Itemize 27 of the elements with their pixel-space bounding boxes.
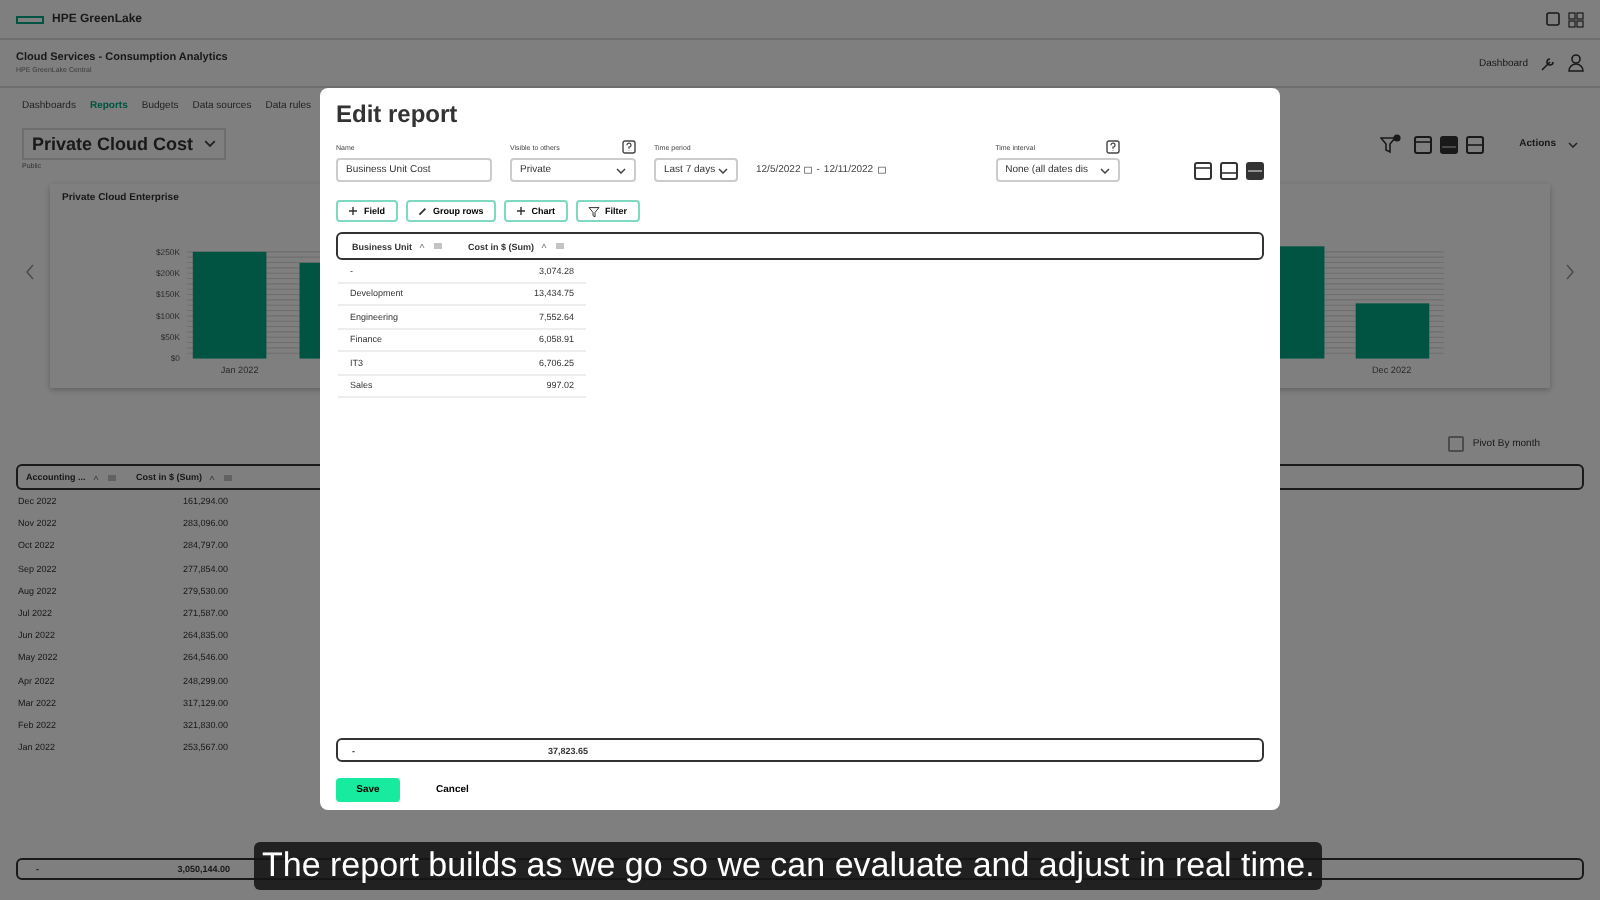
layout-icon[interactable] bbox=[1194, 161, 1212, 179]
filter-icon[interactable] bbox=[1379, 134, 1402, 154]
caret-icon bbox=[1099, 167, 1110, 173]
video-caption: The report builds as we go so we can evaluate and adjust in real time. bbox=[254, 842, 1323, 890]
column-menu-icon[interactable] bbox=[418, 242, 447, 250]
logo-icon bbox=[16, 15, 44, 23]
report-selector[interactable]: Private Cloud Cost bbox=[22, 128, 226, 160]
chart-bar bbox=[192, 251, 267, 359]
caret-icon bbox=[203, 140, 216, 148]
caret-icon bbox=[1568, 141, 1578, 147]
checkbox[interactable] bbox=[1448, 436, 1465, 452]
plus-icon bbox=[348, 206, 358, 216]
caret-icon bbox=[616, 167, 626, 173]
dialog-title: Edit report bbox=[336, 100, 460, 128]
calendar-icon[interactable] bbox=[804, 166, 813, 174]
user-icon[interactable] bbox=[1568, 54, 1584, 72]
wrench-icon[interactable] bbox=[1540, 55, 1556, 71]
caret-icon bbox=[718, 167, 728, 173]
layout-icon[interactable] bbox=[1220, 161, 1238, 179]
pen-icon bbox=[417, 206, 428, 216]
layout-icon[interactable] bbox=[1246, 161, 1264, 179]
plus-icon bbox=[515, 206, 526, 216]
column-menu-icon[interactable] bbox=[540, 242, 569, 250]
filter-icon bbox=[587, 205, 600, 217]
calendar-icon[interactable] bbox=[877, 166, 886, 174]
chart-bar bbox=[1355, 303, 1430, 359]
apps-grid-icon[interactable] bbox=[1568, 11, 1584, 27]
